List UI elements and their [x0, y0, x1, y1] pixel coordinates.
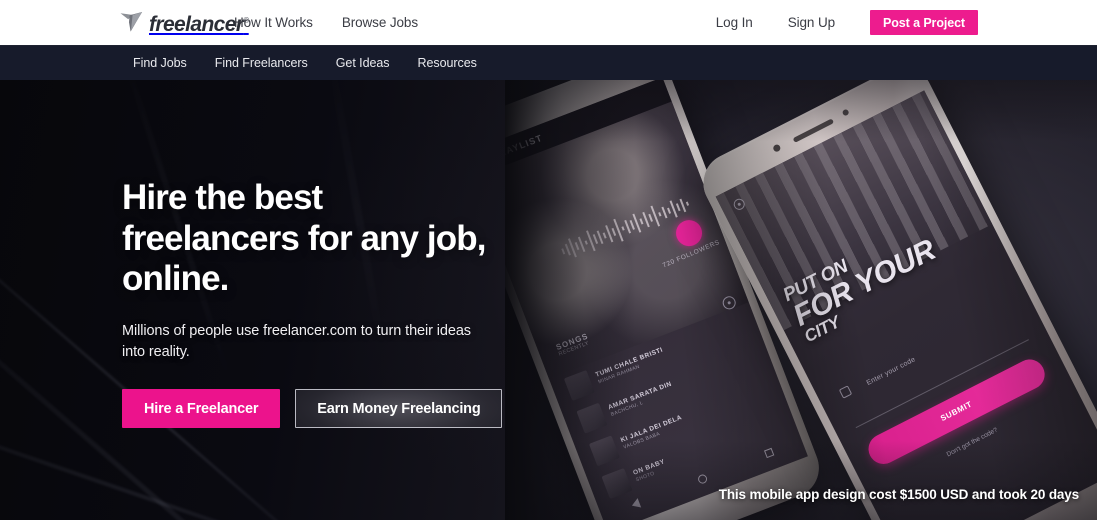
subnav-item-find-freelancers[interactable]: Find Freelancers: [215, 56, 308, 70]
nav-how-it-works[interactable]: How It Works: [234, 15, 313, 30]
track-thumbnail: [563, 370, 595, 402]
track-thumbnail: [576, 402, 608, 434]
front-camera-icon: [772, 143, 782, 153]
freelancer-bird-icon: [120, 12, 143, 32]
recents-icon: [763, 447, 774, 459]
code-field-icon: [838, 385, 853, 399]
hero-copy: Hire the best freelancers for any job, o…: [122, 178, 542, 429]
login-link[interactable]: Log In: [716, 15, 753, 30]
hero-heading-line2: freelancers for any job,: [122, 218, 486, 258]
proximity-sensor-icon: [841, 108, 850, 117]
home-icon: [696, 472, 708, 485]
hero-subheading: Millions of people use freelancer.com to…: [122, 322, 471, 360]
hero-phone-mockup-image: PLAYLIST 720 FOLLOWERS SONGS RECENTLY TU…: [505, 80, 1097, 520]
post-a-project-button[interactable]: Post a Project: [870, 10, 978, 35]
hero-caption: This mobile app design cost $1500 USD an…: [718, 487, 1079, 502]
hero-cta-group: Hire a Freelancer Earn Money Freelancing: [122, 389, 542, 429]
hero-section: PLAYLIST 720 FOLLOWERS SONGS RECENTLY TU…: [0, 80, 1097, 520]
account-actions: Log In Sign Up Post a Project: [716, 0, 978, 45]
secondary-nav: Find Jobs Find Freelancers Get Ideas Res…: [0, 45, 1097, 80]
nav-browse-jobs[interactable]: Browse Jobs: [342, 15, 418, 30]
freelancer-logo[interactable]: freelancer®: [120, 9, 249, 36]
track-thumbnail: [588, 435, 620, 467]
songs-section-label: SONGS RECENTLY: [554, 331, 591, 358]
site-header: freelancer® How It Works Browse Jobs Log…: [0, 0, 1097, 45]
page-title: Hire the best freelancers for any job, o…: [122, 178, 542, 300]
primary-nav: How It Works Browse Jobs: [234, 0, 418, 45]
signup-link[interactable]: Sign Up: [788, 15, 835, 30]
hire-a-freelancer-button[interactable]: Hire a Freelancer: [122, 389, 281, 429]
subnav-item-get-ideas[interactable]: Get Ideas: [336, 56, 390, 70]
freelancer-landing-page: freelancer® How It Works Browse Jobs Log…: [0, 0, 1097, 520]
earn-money-freelancing-button[interactable]: Earn Money Freelancing: [295, 389, 503, 429]
audio-waveform-icon: [561, 198, 690, 258]
hero-heading-line1: Hire the best: [122, 178, 323, 217]
subnav-item-resources[interactable]: Resources: [418, 56, 477, 70]
subnav-item-find-jobs[interactable]: Find Jobs: [133, 56, 187, 70]
hero-heading-line3: online.: [122, 259, 229, 299]
back-icon: [629, 498, 641, 511]
